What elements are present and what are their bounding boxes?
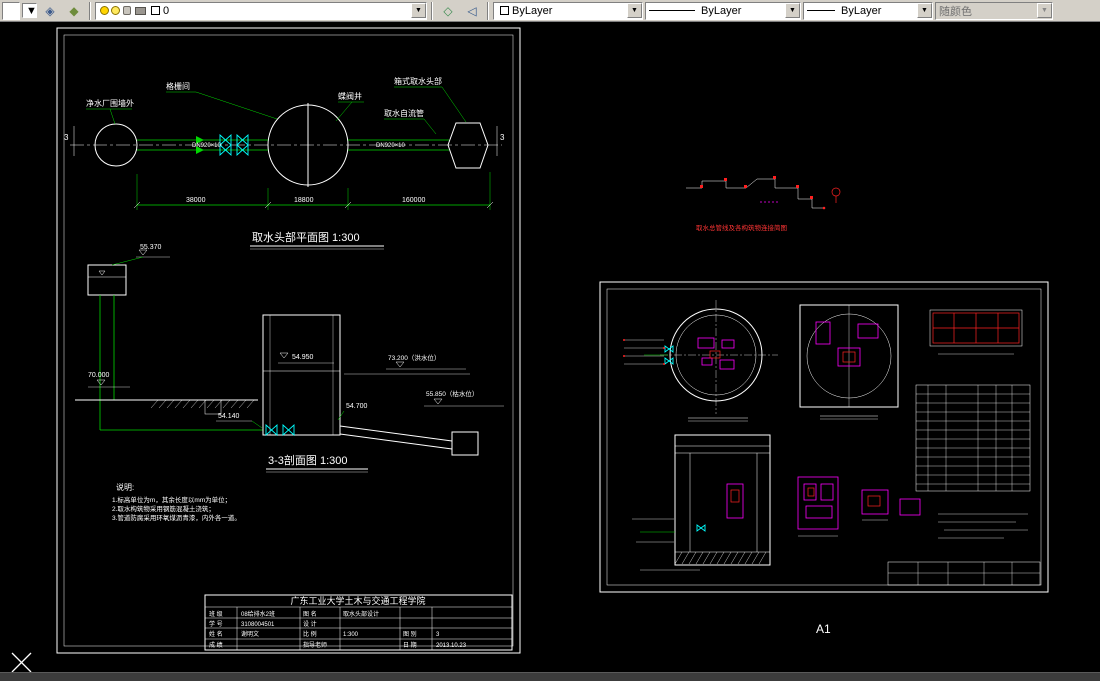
tb-cell: 3 [436,632,440,638]
plan-title: 取水头部平面图 1:300 [252,230,360,244]
left-sheet-border [56,27,521,654]
fence-label: 净水厂围墙外 [86,98,134,108]
lineweight-sample-icon [807,10,835,11]
section-mark-left: 3 [64,133,69,142]
dim-value: 18800 [294,197,314,204]
dim-value: 38000 [186,197,206,204]
toolbar: ▼ ◈ ◆ 0 ▼ ◇ ◁ ByLayer ▼ ByLayer ▼ ByLaye… [0,0,1100,22]
lineweight-value: ByLayer [841,4,882,17]
layer-color-swatch [151,6,160,15]
layer-freeze-sun-icon[interactable] [111,6,120,15]
layers-icon: ◈ [45,3,55,18]
layer-lock-icon[interactable] [123,6,131,15]
tb-cell: 比 例 [303,630,317,638]
school-name: 广东工业大学土木与交通工程学院 [290,595,425,606]
tb-cell: 学 号 [209,620,223,628]
intake-head-label: 箱式取水头部 [394,76,442,86]
tb-cell: 取水头部设计 [343,610,379,618]
layer-combo-arrow[interactable]: ▼ [411,3,426,18]
separator [487,1,489,20]
pipe-size-label: DN920×10 [376,143,406,149]
valve-icon [282,423,295,437]
current-layer-name: 0 [163,4,170,17]
lineweight-combo-arrow[interactable]: ▼ [917,3,932,18]
layer-states-button[interactable]: ◆ [63,1,85,20]
pipe-size-label: DN920×10 [192,143,222,149]
tb-cell: 设 计 [303,620,317,628]
cropped-combo-arrow[interactable]: ▼ [22,3,37,18]
notes-block: 说明: 1.标高单位为m，其余长度以mm为单位； 2.取水构筑物采用钢筋混凝土浇… [112,482,241,522]
low-level-label: 55.850（枯水位） [426,389,478,398]
lineweight-combo[interactable]: ByLayer ▼ [803,1,933,20]
status-bar [0,672,1100,681]
elevation-label: 70.000 [88,372,110,379]
title-block: 广东工业大学土木与交通工程学院 班 级 08给排水2班 图 名 取水头部设计 学… [204,594,513,651]
note-line: 2.取水构筑物采用钢筋混凝土浇筑； [112,504,215,513]
color-combo-arrow[interactable]: ▼ [627,3,642,18]
drawing-canvas[interactable]: 3 3 净水厂围墙外 格栅间 蝶阀井 箱式取水头部 取水自流管 DN920×10… [0,22,1100,672]
plotstyle-value: 随颜色 [939,5,972,18]
screen-room-label: 格栅间 [166,81,190,91]
dim-value: 160000 [402,197,425,204]
sheet-size-label: A1 [816,622,831,636]
section-mark-right: 3 [500,133,505,142]
tb-cell: 日 期 [403,641,417,649]
linetype-combo-arrow[interactable]: ▼ [785,3,800,18]
separator [431,1,433,20]
tb-cell: 图 名 [303,610,317,618]
layer-on-bulb-icon[interactable] [100,6,109,15]
tb-cell: 图 别 [403,630,417,638]
bylayer-color-swatch-icon [500,6,509,15]
plotstyle-combo-arrow: ▼ [1037,3,1052,18]
layer-previous-icon: ◁ [467,3,477,18]
toolbar-cropped-combo[interactable] [2,1,20,20]
linetype-sample-icon [649,10,695,11]
valve-well-label: 蝶阀井 [338,91,362,101]
tb-cell: 谢明文 [241,630,259,638]
color-combo[interactable]: ByLayer ▼ [493,1,643,20]
layer-previous-button[interactable]: ◁ [461,1,483,20]
note-line: 1.标高单位为m，其余长度以mm为单位； [112,495,231,504]
tb-cell: 姓 名 [209,630,223,638]
layer-states-icon: ◆ [69,3,79,18]
color-value: ByLayer [512,4,553,17]
flood-level-label: 73.200（洪水位） [388,353,440,362]
section-title: 3-3剖面图 1:300 [268,453,347,467]
tb-cell: 成 绩 [209,641,223,649]
elevation-label: 54.950 [292,354,314,361]
linetype-combo[interactable]: ByLayer ▼ [645,1,801,20]
pipeline-schematic: 取水总管线及各构筑物连接简图 [686,176,841,232]
tb-cell: 指导老师 [303,641,327,649]
schematic-caption: 取水总管线及各构筑物连接简图 [696,223,787,232]
layer-combo[interactable]: 0 ▼ [95,1,427,20]
tb-cell: 08给排水2班 [241,610,275,618]
elevation-label: 54.140 [218,413,240,420]
layer-manager-button[interactable]: ◈ [39,1,61,20]
crosshair-cursor [11,652,32,672]
elevation-label: 55.370 [140,244,162,251]
tb-cell: 2013.10.23 [436,643,467,649]
valve-icon [265,423,278,437]
cad-window: ▼ ◈ ◆ 0 ▼ ◇ ◁ ByLayer ▼ ByLayer ▼ ByLaye… [0,0,1100,681]
right-sheet: A1 [599,281,1049,636]
make-object-layer-current-button[interactable]: ◇ [437,1,459,20]
tb-cell: 班 级 [209,610,223,618]
note-line: 3.管道防腐采用环氧煤沥青漆，内外各一道。 [112,513,241,522]
plan-view: 3 3 净水厂围墙外 格栅间 蝶阀井 箱式取水头部 取水自流管 DN920×10… [64,76,505,250]
notes-title: 说明: [116,482,134,492]
separator [89,1,91,20]
make-current-icon: ◇ [443,3,453,18]
gravity-pipe-label: 取水自流管 [384,108,424,118]
layer-plot-icon[interactable] [135,6,146,15]
section-view: 55.370 70.000 54.950 73.200（洪水位） 54.700 … [75,244,504,473]
plotstyle-combo: 随颜色 ▼ [935,1,1053,20]
elevation-label: 54.700 [346,403,368,410]
tb-cell: 3108004501 [241,622,275,628]
tb-cell: 1:300 [343,632,359,638]
linetype-value: ByLayer [701,4,742,17]
